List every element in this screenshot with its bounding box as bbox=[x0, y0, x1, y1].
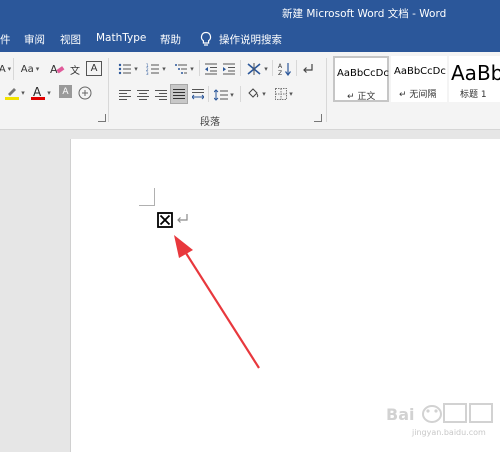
style-normal-sample: AaBbCcDc bbox=[337, 68, 389, 79]
align-center-icon bbox=[137, 90, 149, 100]
svg-text:3: 3 bbox=[146, 71, 149, 75]
highlighter-icon bbox=[5, 88, 20, 100]
divider bbox=[296, 60, 297, 76]
style-no-spacing-sample: AaBbCcDc bbox=[394, 66, 446, 77]
multilevel-list-button[interactable]: ▾ bbox=[172, 60, 196, 78]
watermark-url: jingyan.baidu.com bbox=[412, 428, 486, 437]
svg-text:A: A bbox=[33, 85, 42, 99]
decrease-indent-button[interactable] bbox=[203, 60, 219, 78]
decrease-indent-icon bbox=[205, 63, 217, 75]
menu-bar: 件 审阅 视图 MathType 帮助 操作说明搜索 bbox=[0, 30, 500, 50]
enclose-characters-button[interactable] bbox=[77, 84, 93, 102]
chinese-layout-icon bbox=[247, 63, 261, 75]
character-border-label: A bbox=[90, 63, 98, 74]
multilevel-list-icon bbox=[175, 64, 188, 74]
phonetic-guide-button[interactable]: 文 bbox=[67, 60, 83, 78]
change-case-label: Aa bbox=[20, 63, 34, 75]
phonetic-guide-label: 文 bbox=[70, 65, 80, 77]
sort-button[interactable]: AZ bbox=[277, 60, 293, 78]
increase-indent-button[interactable] bbox=[221, 60, 237, 78]
menu-mathtype[interactable]: MathType bbox=[96, 32, 146, 44]
divider bbox=[199, 60, 200, 76]
align-left-button[interactable] bbox=[117, 86, 133, 104]
svg-text:A: A bbox=[278, 63, 283, 70]
paragraph-return-icon bbox=[303, 64, 313, 73]
line-spacing-button[interactable]: ▾ bbox=[212, 86, 236, 104]
divider bbox=[240, 86, 241, 102]
divider bbox=[108, 58, 109, 122]
divider bbox=[208, 86, 209, 102]
svg-text:Z: Z bbox=[278, 70, 282, 76]
line-spacing-icon bbox=[214, 89, 229, 101]
font-color-button[interactable]: A ▾ bbox=[30, 84, 52, 102]
menu-review[interactable]: 审阅 bbox=[24, 32, 45, 47]
window-title: 新建 Microsoft Word 文档 - Word bbox=[282, 8, 447, 20]
style-heading-1[interactable]: AaBb 标题 1 bbox=[449, 56, 500, 102]
chinese-layout-button[interactable]: ▾ bbox=[245, 60, 269, 78]
font-color-icon: A bbox=[31, 85, 46, 100]
style-heading-1-sample: AaBb bbox=[451, 61, 500, 85]
highlight-color-button[interactable]: ▾ bbox=[4, 84, 26, 102]
lightbulb-icon[interactable] bbox=[199, 31, 213, 47]
ribbon-home: A ▾ Aa ▾ A 文 A ▾ A ▾ A ▾ 1 2 3 ▾ ▾ ▾ A Z… bbox=[0, 52, 500, 130]
checked-box-symbol[interactable] bbox=[157, 212, 173, 228]
style-heading-1-name: 标题 1 bbox=[460, 90, 487, 100]
paragraph-group-label: 段落 bbox=[200, 117, 220, 128]
style-no-spacing[interactable]: AaBbCcDc ↵ 无间隔 bbox=[391, 56, 447, 102]
divider bbox=[272, 60, 273, 76]
font-size-dropdown-icon[interactable]: A ▾ bbox=[0, 60, 12, 78]
divider bbox=[240, 60, 241, 76]
svg-text:Bai: Bai bbox=[386, 405, 414, 424]
style-normal-name: ↵ 正文 bbox=[347, 92, 376, 102]
borders-button[interactable]: ▾ bbox=[272, 85, 296, 103]
align-center-button[interactable] bbox=[135, 86, 151, 104]
character-shading-label: A bbox=[62, 86, 69, 97]
borders-icon bbox=[275, 88, 288, 100]
paint-bucket-icon bbox=[248, 88, 259, 98]
styles-gallery: AaBbCcDc ↵ 正文 AaBbCcDc ↵ 无间隔 AaBb 标题 1 bbox=[331, 56, 500, 106]
align-right-button[interactable] bbox=[153, 86, 169, 104]
bullet-list-icon bbox=[119, 63, 132, 75]
sort-icon: AZ bbox=[278, 63, 291, 76]
distributed-icon bbox=[192, 89, 204, 100]
clear-formatting-button[interactable]: A bbox=[48, 60, 66, 78]
increase-indent-icon bbox=[223, 63, 235, 75]
divider bbox=[326, 58, 327, 122]
numbered-list-icon: 1 2 3 bbox=[146, 63, 160, 75]
align-left-icon bbox=[119, 90, 131, 100]
bullets-button[interactable]: ▾ bbox=[116, 60, 140, 78]
eraser-icon: A bbox=[50, 63, 65, 76]
menu-help[interactable]: 帮助 bbox=[160, 32, 181, 47]
enclose-characters-icon bbox=[78, 86, 92, 100]
svg-text:A: A bbox=[50, 63, 58, 76]
change-case-button[interactable]: Aa ▾ bbox=[18, 60, 42, 78]
title-bar: 新建 Microsoft Word 文档 - Word 件 审阅 视图 Math… bbox=[0, 0, 500, 52]
menu-file[interactable]: 件 bbox=[0, 32, 11, 47]
paragraph-mark-icon bbox=[177, 214, 188, 223]
chevron-down-icon: ▾ bbox=[35, 65, 40, 73]
font-dialog-launcher[interactable] bbox=[98, 114, 106, 122]
show-hide-marks-button[interactable] bbox=[300, 60, 316, 78]
align-right-icon bbox=[155, 90, 167, 100]
text-boundary-corner bbox=[139, 188, 155, 206]
distributed-button[interactable] bbox=[190, 86, 206, 104]
style-normal[interactable]: AaBbCcDc ↵ 正文 bbox=[333, 56, 389, 102]
red-annotation-arrow-icon bbox=[174, 235, 260, 369]
justify-button[interactable] bbox=[170, 84, 188, 104]
numbering-button[interactable]: 1 2 3 ▾ bbox=[144, 60, 168, 78]
character-border-button[interactable]: A bbox=[86, 61, 102, 76]
tell-me-search[interactable]: 操作说明搜索 bbox=[219, 32, 282, 47]
divider bbox=[13, 58, 14, 80]
menu-view[interactable]: 视图 bbox=[60, 32, 81, 47]
justify-icon bbox=[173, 89, 185, 99]
style-no-spacing-name: ↵ 无间隔 bbox=[399, 90, 437, 100]
character-shading-button[interactable]: A bbox=[59, 85, 72, 98]
paragraph-dialog-launcher[interactable] bbox=[314, 114, 322, 122]
shading-button[interactable]: ▾ bbox=[244, 85, 268, 103]
